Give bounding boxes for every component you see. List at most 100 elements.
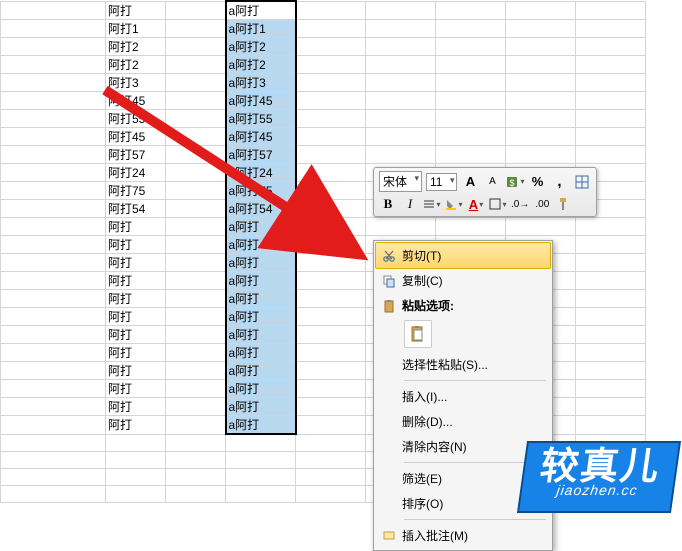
cell[interactable]: 阿打 [106,380,166,398]
cell[interactable] [366,92,436,110]
cell[interactable]: 阿打2 [106,38,166,56]
cell[interactable] [576,128,646,146]
cell[interactable] [506,20,576,38]
cell[interactable]: 阿打 [106,236,166,254]
cell[interactable] [296,1,366,20]
cell[interactable] [166,146,226,164]
cell[interactable]: 阿打 [106,326,166,344]
cell[interactable] [576,20,646,38]
cell[interactable] [366,20,436,38]
cell[interactable] [296,164,366,182]
cell[interactable] [296,326,366,344]
align-button[interactable] [423,195,441,213]
cell[interactable] [506,1,576,20]
bold-button[interactable]: B [379,195,397,213]
cell[interactable] [1,308,106,326]
paste-option-button[interactable] [404,320,432,348]
cell[interactable] [166,326,226,344]
cell[interactable] [1,182,106,200]
cell[interactable]: 阿打 [106,1,166,20]
cell[interactable] [166,20,226,38]
cell[interactable] [436,218,506,236]
cell[interactable] [166,272,226,290]
font-color-button[interactable]: A [467,195,485,213]
cell[interactable]: 阿打 [106,308,166,326]
cell[interactable] [1,218,106,236]
cell[interactable] [1,451,106,468]
cell[interactable] [296,308,366,326]
decrease-font-icon[interactable]: A [483,173,501,191]
cell[interactable] [166,236,226,254]
menu-copy[interactable]: 复制(C) [376,268,550,293]
cell[interactable] [366,74,436,92]
cell[interactable] [296,200,366,218]
cell[interactable] [366,218,436,236]
cell[interactable] [166,182,226,200]
cell[interactable] [296,110,366,128]
cell[interactable] [366,1,436,20]
cell[interactable] [296,92,366,110]
cell[interactable]: a阿打 [226,308,296,326]
cell[interactable]: a阿打 [226,344,296,362]
cell[interactable] [1,290,106,308]
cell[interactable] [576,38,646,56]
cell[interactable] [296,272,366,290]
cell[interactable]: a阿打 [226,236,296,254]
cell[interactable] [296,254,366,272]
increase-font-icon[interactable]: A [461,173,479,191]
cell[interactable] [506,110,576,128]
cell[interactable] [1,416,106,435]
cell[interactable] [1,398,106,416]
cell[interactable] [166,485,226,502]
cell[interactable]: 阿打54 [106,200,166,218]
cell[interactable] [296,380,366,398]
cell[interactable] [506,38,576,56]
cell[interactable]: 阿打45 [106,128,166,146]
cell[interactable] [296,434,366,451]
cell[interactable] [436,74,506,92]
cell[interactable] [576,74,646,92]
cell[interactable]: 阿打 [106,290,166,308]
cell[interactable]: a阿打24 [226,164,296,182]
cell[interactable] [436,1,506,20]
cell[interactable]: a阿打 [226,254,296,272]
cell[interactable]: a阿打55 [226,110,296,128]
cell[interactable]: a阿打 [226,398,296,416]
cell[interactable] [506,74,576,92]
cell[interactable] [166,164,226,182]
cell[interactable] [166,128,226,146]
cell[interactable] [576,218,646,236]
cell[interactable]: a阿打75 [226,182,296,200]
font-family-select[interactable]: 宋体 [379,171,422,192]
cell[interactable] [436,110,506,128]
cell[interactable] [436,146,506,164]
menu-cut[interactable]: 剪切(T) [375,242,551,269]
cell[interactable] [1,434,106,451]
cell[interactable]: 阿打55 [106,110,166,128]
cell[interactable] [296,56,366,74]
cell[interactable] [576,236,646,254]
cell[interactable] [576,272,646,290]
cell[interactable] [1,468,106,485]
cell[interactable]: a阿打3 [226,74,296,92]
font-size-select[interactable]: 11 [426,173,457,191]
cell[interactable] [226,485,296,502]
cell[interactable]: a阿打 [226,1,296,20]
cell[interactable] [1,200,106,218]
cell[interactable]: 阿打45 [106,92,166,110]
cell[interactable]: a阿打45 [226,128,296,146]
cell[interactable] [1,146,106,164]
cell[interactable]: 阿打 [106,272,166,290]
format-painter-button[interactable] [555,195,573,213]
cell[interactable]: a阿打 [226,416,296,435]
cell[interactable]: 阿打57 [106,146,166,164]
menu-paste-special[interactable]: 选择性粘贴(S)... [376,352,550,377]
cell[interactable] [166,56,226,74]
cell[interactable] [436,56,506,74]
cell[interactable] [166,110,226,128]
cell[interactable] [296,468,366,485]
cell[interactable] [576,110,646,128]
cell[interactable] [296,236,366,254]
cell[interactable] [436,20,506,38]
cell[interactable]: 阿打 [106,218,166,236]
